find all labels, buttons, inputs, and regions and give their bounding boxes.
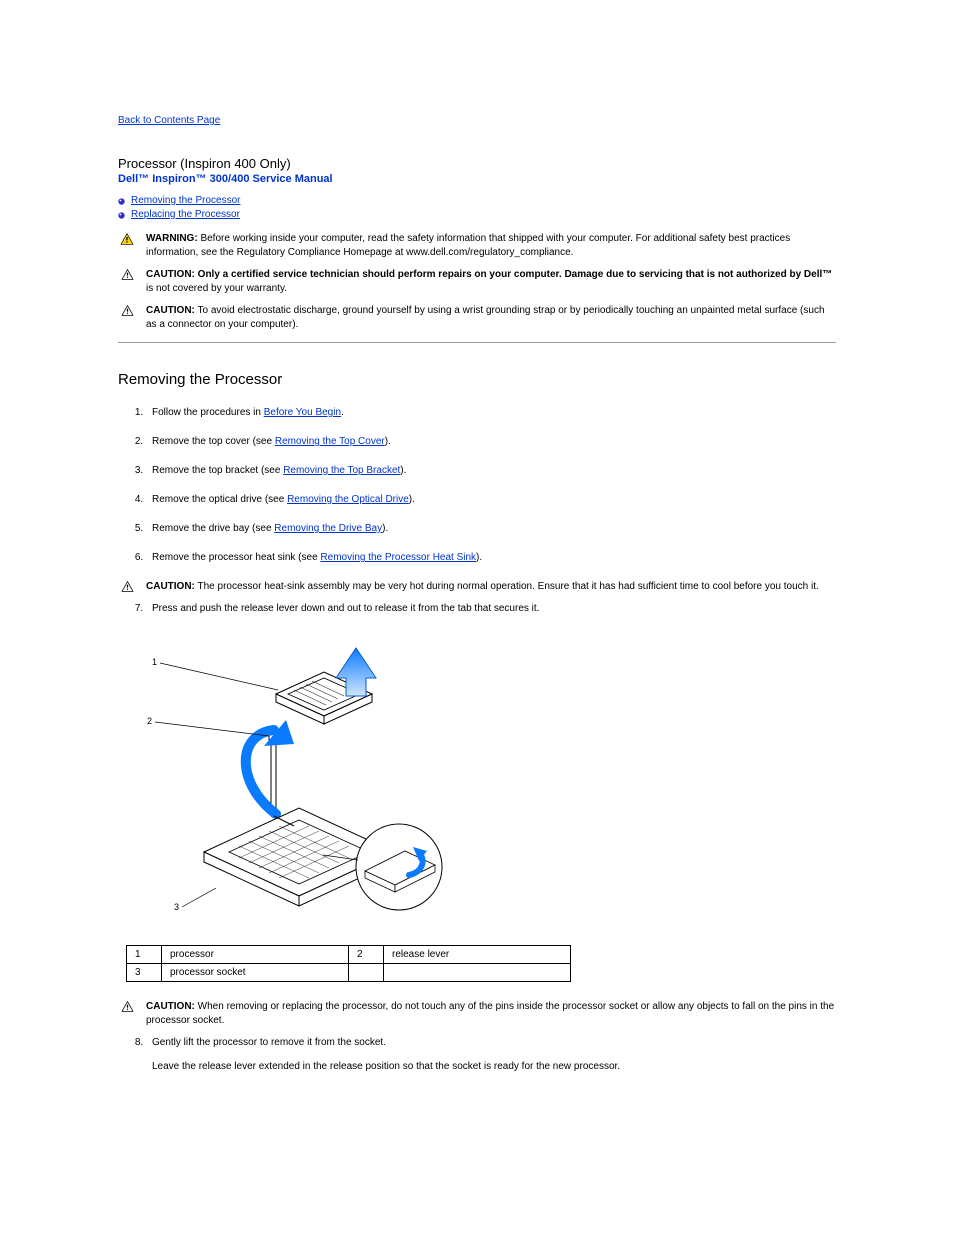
caution1-lead: Only a certified service technician shou… (198, 269, 833, 280)
caution-notice-4: CAUTION: When removing or replacing the … (118, 1000, 836, 1028)
caution-label: CAUTION: (146, 581, 195, 592)
step-text: Remove the drive bay (see (152, 523, 274, 534)
step-4: Remove the optical drive (see Removing t… (146, 493, 836, 507)
step-2: Remove the top cover (see Removing the T… (146, 435, 836, 449)
step-tail: ). (400, 465, 406, 476)
step-tail: . (341, 407, 344, 418)
caution-notice-3: CAUTION: The processor heat-sink assembl… (118, 580, 836, 594)
caution-label: CAUTION: (146, 269, 195, 280)
warning-notice: WARNING: Before working inside your comp… (118, 232, 836, 260)
heat-sink-link[interactable]: Removing the Processor Heat Sink (320, 552, 476, 563)
step-tail: ). (382, 523, 388, 534)
step-text: Follow the procedures in (152, 407, 264, 418)
step-tail: ). (385, 436, 391, 447)
procedure-steps: Follow the procedures in Before You Begi… (118, 406, 836, 565)
step-1: Follow the procedures in Before You Begi… (146, 406, 836, 420)
caution-icon (118, 1000, 136, 1012)
step-text: Remove the processor heat sink (see (152, 552, 320, 563)
legend-label: processor socket (162, 964, 349, 982)
legend-label: release lever (384, 946, 571, 964)
figure-legend: 1 processor 2 release lever 3 processor … (126, 945, 571, 982)
legend-label-empty (384, 964, 571, 982)
step-text: Press and push the release lever down an… (152, 603, 539, 614)
step-text: Remove the top cover (see (152, 436, 275, 447)
top-bracket-link[interactable]: Removing the Top Bracket (283, 465, 400, 476)
procedure-steps-cont2: Gently lift the processor to remove it f… (118, 1036, 836, 1074)
step-text: Remove the top bracket (see (152, 465, 283, 476)
warning-label: WARNING: (146, 233, 198, 244)
warning-text: Before working inside your computer, rea… (146, 233, 790, 258)
caution-label: CAUTION: (146, 305, 195, 316)
procedure-steps-cont: Press and push the release lever down an… (118, 602, 836, 616)
processor-figure: 1 2 3 1 processor 2 release lever 3 proc… (126, 634, 836, 982)
step-text: Remove the optical drive (see (152, 494, 287, 505)
top-cover-link[interactable]: Removing the Top Cover (275, 436, 385, 447)
optical-drive-link[interactable]: Removing the Optical Drive (287, 494, 409, 505)
step-6: Remove the processor heat sink (see Remo… (146, 551, 836, 565)
caution-icon (118, 580, 136, 592)
page-toc: Removing the Processor Replacing the Pro… (118, 195, 836, 220)
toc-link-replace[interactable]: Replacing the Processor (131, 209, 240, 220)
toc-link-remove[interactable]: Removing the Processor (131, 195, 241, 206)
bullet-icon (118, 197, 125, 204)
step-8: Gently lift the processor to remove it f… (146, 1036, 836, 1074)
callout-3: 3 (174, 902, 179, 912)
toc-item-replace: Replacing the Processor (118, 209, 836, 220)
toc-item-remove: Removing the Processor (118, 195, 836, 206)
warning-icon (118, 232, 136, 245)
divider (118, 342, 836, 343)
caution-icon (118, 304, 136, 316)
legend-row: 3 processor socket (127, 964, 571, 982)
caution2-text: To avoid electrostatic discharge, ground… (146, 305, 825, 330)
callout-2: 2 (147, 716, 152, 726)
caution-notice-1: CAUTION: Only a certified service techni… (118, 268, 836, 296)
caution1-tail: is not covered by your warranty. (146, 283, 287, 294)
legend-num: 2 (349, 946, 384, 964)
legend-row: 1 processor 2 release lever (127, 946, 571, 964)
caution-icon (118, 268, 136, 280)
step-5: Remove the drive bay (see Removing the D… (146, 522, 836, 536)
section-heading-remove: Removing the Processor (118, 371, 836, 388)
caution3-text: The processor heat-sink assembly may be … (198, 581, 819, 592)
back-to-contents-link[interactable]: Back to Contents Page (118, 115, 220, 126)
step-tail: ). (409, 494, 415, 505)
step-text: Gently lift the processor to remove it f… (152, 1037, 386, 1048)
legend-num: 1 (127, 946, 162, 964)
callout-1: 1 (152, 657, 157, 667)
caution-label: CAUTION: (146, 1001, 195, 1012)
legend-num-empty (349, 964, 384, 982)
page-title: Processor (Inspiron 400 Only) (118, 156, 836, 171)
step-tail: ). (476, 552, 482, 563)
before-you-begin-link[interactable]: Before You Begin (264, 407, 341, 418)
caution-notice-2: CAUTION: To avoid electrostatic discharg… (118, 304, 836, 332)
drive-bay-link[interactable]: Removing the Drive Bay (274, 523, 382, 534)
step-7: Press and push the release lever down an… (146, 602, 836, 616)
legend-num: 3 (127, 964, 162, 982)
step-3: Remove the top bracket (see Removing the… (146, 464, 836, 478)
manual-subtitle: Dell™ Inspiron™ 300/400 Service Manual (118, 173, 836, 185)
caution4-text: When removing or replacing the processor… (146, 1001, 834, 1026)
step-8b-text: Leave the release lever extended in the … (152, 1061, 620, 1072)
legend-label: processor (162, 946, 349, 964)
bullet-icon (118, 211, 125, 218)
